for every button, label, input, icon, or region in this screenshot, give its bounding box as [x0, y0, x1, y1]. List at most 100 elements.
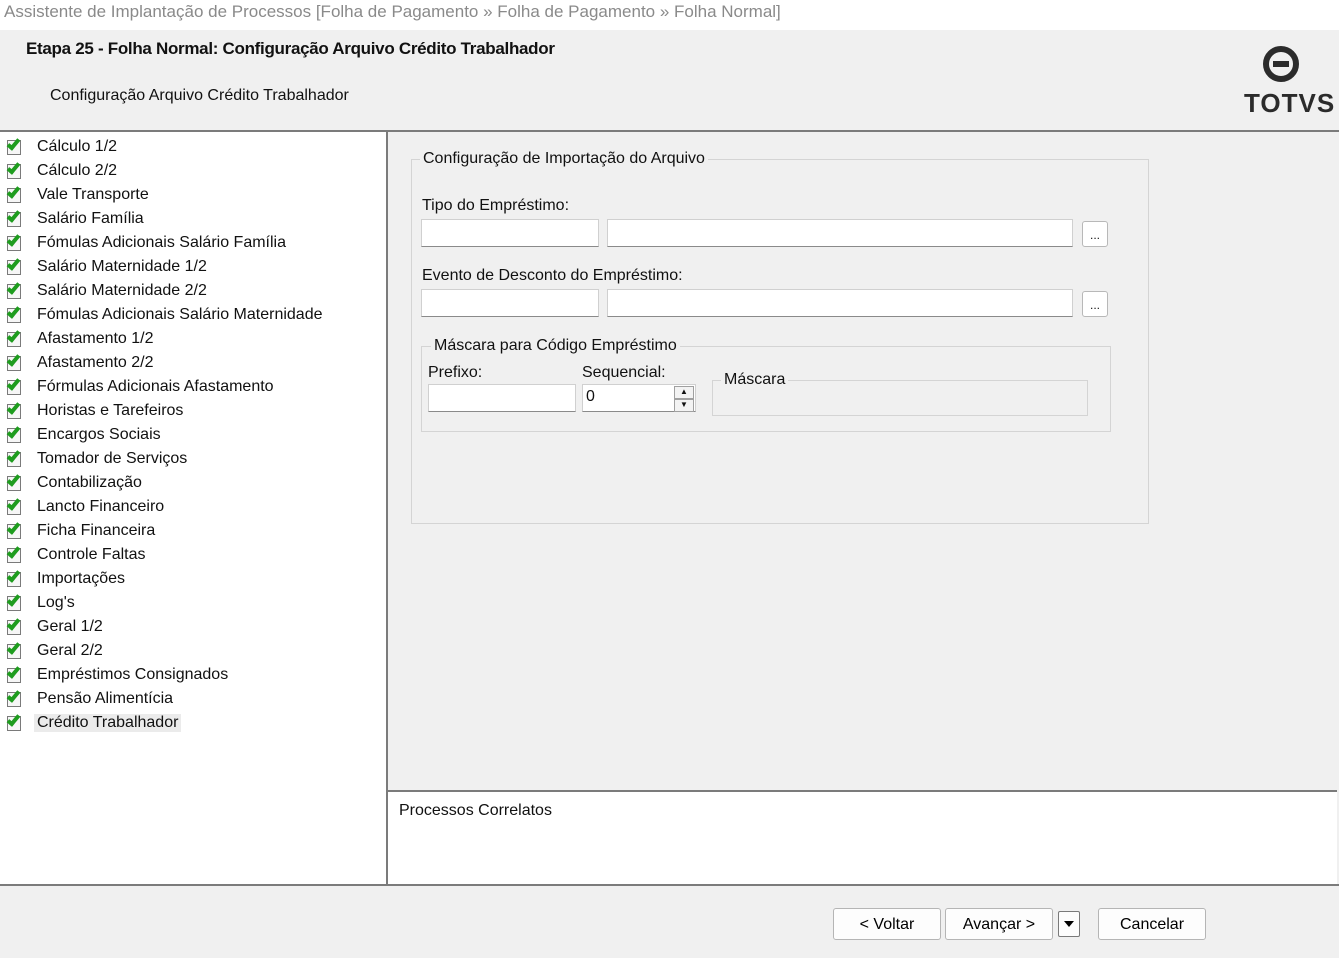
step-item[interactable]: Geral 2/2	[6, 639, 325, 663]
step-item-label: Ficha Financeira	[37, 522, 156, 539]
wizard-header: Etapa 25 - Folha Normal: Configuração Ar…	[0, 30, 1339, 130]
completed-check-icon	[6, 568, 24, 588]
completed-check-icon	[6, 472, 24, 492]
step-item-label: Cálculo 2/2	[37, 162, 118, 179]
step-item[interactable]: Vale Transporte	[6, 183, 325, 207]
step-item[interactable]: Pensão Alimentícia	[6, 687, 325, 711]
completed-check-icon	[6, 544, 24, 564]
completed-check-icon	[6, 280, 24, 300]
sequencial-spin-buttons[interactable]: ▲ ▼	[674, 386, 694, 412]
step-item-label: Tomador de Serviços	[37, 450, 188, 467]
step-item[interactable]: Fómulas Adicionais Salário Família	[6, 231, 325, 255]
step-item-label: Contabilização	[37, 474, 142, 491]
step-item-label: Salário Maternidade 2/2	[37, 282, 207, 299]
window-title: Assistente de Implantação de Processos […	[0, 0, 1339, 30]
import-config-group: Configuração de Importação do Arquivo Ti…	[411, 150, 1149, 524]
step-item[interactable]: Importações	[6, 567, 325, 591]
step-item[interactable]: Tomador de Serviços	[6, 447, 325, 471]
step-item[interactable]: Salário Maternidade 1/2	[6, 255, 325, 279]
evento-desconto-code-input[interactable]	[421, 289, 599, 317]
evento-desconto-label: Evento de Desconto do Empréstimo:	[422, 267, 683, 284]
completed-check-icon	[6, 376, 24, 396]
step-item[interactable]: Afastamento 1/2	[6, 327, 325, 351]
completed-check-icon	[6, 664, 24, 684]
import-config-group-title: Configuração de Importação do Arquivo	[420, 150, 708, 168]
tipo-emprestimo-lookup-button[interactable]: ...	[1082, 221, 1108, 247]
step-title: Etapa 25 - Folha Normal: Configuração Ar…	[26, 39, 555, 58]
step-item-label: Afastamento 1/2	[37, 330, 154, 347]
tipo-emprestimo-code-input[interactable]	[421, 219, 599, 247]
completed-check-icon	[6, 136, 24, 156]
steps-panel: Cálculo 1/2 Cálculo 2/2 Vale Transporte Sal…	[0, 132, 388, 884]
step-item[interactable]: Geral 1/2	[6, 615, 325, 639]
step-item-label: Cálculo 1/2	[37, 138, 118, 155]
step-item-label: Vale Transporte	[37, 186, 149, 203]
completed-check-icon	[6, 232, 24, 252]
step-item-label: Crédito Trabalhador	[34, 714, 182, 732]
step-subtitle: Configuração Arquivo Crédito Trabalhador	[50, 87, 349, 104]
step-item-label: Importações	[37, 570, 126, 587]
step-item-label: Controle Faltas	[37, 546, 146, 563]
tipo-emprestimo-description-input[interactable]	[607, 219, 1073, 247]
totvs-logo-icon	[1263, 46, 1299, 82]
logo-text: TOTVS	[1244, 88, 1336, 118]
step-item-label: Geral 2/2	[37, 642, 103, 659]
sequencial-stepper[interactable]: 0 ▲ ▼	[582, 384, 696, 412]
content-panel: Configuração de Importação do Arquivo Ti…	[388, 132, 1339, 790]
completed-check-icon	[6, 424, 24, 444]
step-item[interactable]: Lancto Financeiro	[6, 495, 325, 519]
completed-check-icon	[6, 448, 24, 468]
completed-check-icon	[6, 520, 24, 540]
step-item-label: Salário Maternidade 1/2	[37, 258, 207, 275]
next-options-dropdown[interactable]	[1058, 911, 1080, 937]
step-item[interactable]: Afastamento 2/2	[6, 351, 325, 375]
step-item[interactable]: Salário Maternidade 2/2	[6, 279, 325, 303]
step-item[interactable]: Contabilização	[6, 471, 325, 495]
steps-list: Cálculo 1/2 Cálculo 2/2 Vale Transporte Sal…	[6, 135, 325, 735]
spin-up-icon[interactable]: ▲	[674, 386, 694, 399]
related-processes-panel: Processos Correlatos	[388, 790, 1337, 886]
completed-check-icon	[6, 592, 24, 612]
step-item[interactable]: Salário Família	[6, 207, 325, 231]
spin-down-icon[interactable]: ▼	[674, 399, 694, 412]
completed-check-icon	[6, 640, 24, 660]
step-item-label: Afastamento 2/2	[37, 354, 154, 371]
step-item[interactable]: Encargos Sociais	[6, 423, 325, 447]
step-item-label: Horistas e Tarefeiros	[37, 402, 184, 419]
next-button[interactable]: Avançar >	[945, 908, 1053, 940]
mascara-group: Máscara para Código Empréstimo Prefixo: …	[421, 337, 1111, 432]
step-item[interactable]: Fómulas Adicionais Salário Maternidade	[6, 303, 325, 327]
evento-desconto-lookup-button[interactable]: ...	[1082, 291, 1108, 317]
step-item-label: Fórmulas Adicionais Afastamento	[37, 378, 274, 395]
prefixo-label: Prefixo:	[428, 364, 483, 381]
completed-check-icon	[6, 184, 24, 204]
step-item[interactable]: Empréstimos Consignados	[6, 663, 325, 687]
completed-check-icon	[6, 616, 24, 636]
completed-check-icon	[6, 496, 24, 516]
step-item[interactable]: Cálculo 1/2	[6, 135, 325, 159]
step-item[interactable]: Cálculo 2/2	[6, 159, 325, 183]
step-item-label: Fómulas Adicionais Salário Família	[37, 234, 286, 251]
sequencial-value: 0	[586, 388, 595, 405]
step-item[interactable]: Log's	[6, 591, 325, 615]
completed-check-icon	[6, 208, 24, 228]
step-item-label: Salário Família	[37, 210, 144, 227]
completed-check-icon	[6, 712, 24, 732]
step-item-label: Empréstimos Consignados	[37, 666, 229, 683]
completed-check-icon	[6, 352, 24, 372]
completed-check-icon	[6, 688, 24, 708]
step-item[interactable]: Fórmulas Adicionais Afastamento	[6, 375, 325, 399]
step-item-label: Fómulas Adicionais Salário Maternidade	[37, 306, 323, 323]
step-item[interactable]: Crédito Trabalhador	[6, 711, 325, 735]
step-item[interactable]: Controle Faltas	[6, 543, 325, 567]
step-item-label: Encargos Sociais	[37, 426, 161, 443]
step-item-label: Log's	[37, 594, 75, 611]
back-button[interactable]: < Voltar	[833, 908, 941, 940]
cancel-button[interactable]: Cancelar	[1098, 908, 1206, 940]
step-item[interactable]: Horistas e Tarefeiros	[6, 399, 325, 423]
evento-desconto-description-input[interactable]	[607, 289, 1073, 317]
mascara-group-title: Máscara para Código Empréstimo	[431, 337, 680, 355]
prefixo-input[interactable]	[428, 384, 576, 412]
completed-check-icon	[6, 328, 24, 348]
step-item[interactable]: Ficha Financeira	[6, 519, 325, 543]
